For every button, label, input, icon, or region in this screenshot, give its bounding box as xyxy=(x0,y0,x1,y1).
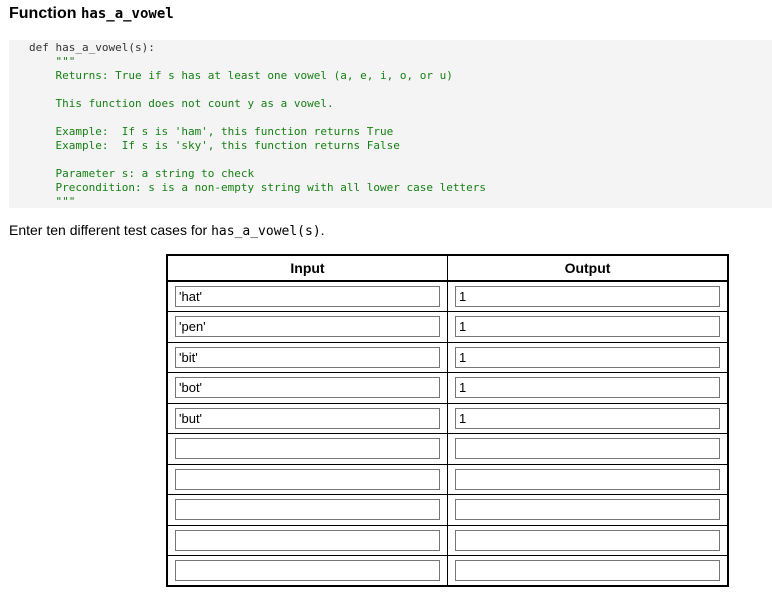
output-cell xyxy=(447,524,729,556)
test-input-field[interactable] xyxy=(175,468,440,490)
code-line: """ xyxy=(29,195,76,208)
code-line: Example: If s is 'ham', this function re… xyxy=(29,125,394,138)
input-cell xyxy=(166,463,448,495)
table-row xyxy=(166,280,729,312)
test-input-field[interactable] xyxy=(175,346,440,368)
expected-output-field[interactable] xyxy=(455,560,720,581)
test-input-field[interactable] xyxy=(175,377,440,399)
input-cell xyxy=(166,402,448,434)
code-line: """ xyxy=(29,55,76,68)
function-name: has_a_vowel xyxy=(80,6,174,22)
function-title-prefix: Function xyxy=(9,5,81,22)
output-cell xyxy=(447,311,729,343)
table-row xyxy=(166,494,729,526)
output-cell xyxy=(447,463,729,495)
input-cell xyxy=(166,372,448,404)
code-line: Returns: True if s has at least one vowe… xyxy=(29,69,453,82)
test-case-table: Input Output xyxy=(166,254,729,587)
output-cell xyxy=(447,341,729,373)
input-column-header: Input xyxy=(166,254,448,282)
code-line: Parameter s: a string to check xyxy=(29,167,255,180)
output-cell xyxy=(447,372,729,404)
test-input-field[interactable] xyxy=(175,286,440,307)
function-title: Function has_a_vowel xyxy=(9,5,174,23)
expected-output-field[interactable] xyxy=(455,377,720,399)
instruction-suffix: . xyxy=(320,222,325,238)
expected-output-field[interactable] xyxy=(455,499,720,521)
table-row xyxy=(166,402,729,434)
input-cell xyxy=(166,494,448,526)
table-row xyxy=(166,311,729,343)
input-cell xyxy=(166,341,448,373)
test-input-field[interactable] xyxy=(175,499,440,521)
input-cell xyxy=(166,555,448,587)
output-cell xyxy=(447,433,729,465)
table-row xyxy=(166,524,729,556)
expected-output-field[interactable] xyxy=(455,286,720,307)
test-input-field[interactable] xyxy=(175,560,440,581)
table-row xyxy=(166,433,729,465)
test-input-field[interactable] xyxy=(175,529,440,551)
input-cell xyxy=(166,524,448,556)
test-input-field[interactable] xyxy=(175,316,440,338)
output-cell xyxy=(447,555,729,587)
table-row xyxy=(166,341,729,373)
instruction-prefix: Enter ten different test cases for xyxy=(9,222,212,238)
code-line: Example: If s is 'sky', this function re… xyxy=(29,139,400,152)
expected-output-field[interactable] xyxy=(455,468,720,490)
expected-output-field[interactable] xyxy=(455,316,720,338)
test-input-field[interactable] xyxy=(175,407,440,429)
table-row xyxy=(166,372,729,404)
table-row xyxy=(166,463,729,495)
expected-output-field[interactable] xyxy=(455,529,720,551)
output-cell xyxy=(447,494,729,526)
test-input-field[interactable] xyxy=(175,438,440,460)
code-line: Precondition: s is a non-empty string wi… xyxy=(29,181,486,194)
expected-output-field[interactable] xyxy=(455,438,720,460)
input-cell xyxy=(166,311,448,343)
instruction-text: Enter ten different test cases for has_a… xyxy=(9,222,325,239)
input-cell xyxy=(166,280,448,312)
expected-output-field[interactable] xyxy=(455,407,720,429)
table-header-row: Input Output xyxy=(166,254,729,282)
code-line: This function does not count y as a vowe… xyxy=(29,97,334,110)
table-body xyxy=(166,280,729,587)
output-cell xyxy=(447,402,729,434)
instruction-function-call: has_a_vowel(s) xyxy=(211,224,321,239)
output-cell xyxy=(447,280,729,312)
input-cell xyxy=(166,433,448,465)
table-row xyxy=(166,555,729,587)
code-block: def has_a_vowel(s): """ Returns: True if… xyxy=(9,40,772,208)
code-line: def has_a_vowel(s): xyxy=(29,41,155,54)
expected-output-field[interactable] xyxy=(455,346,720,368)
output-column-header: Output xyxy=(447,254,729,282)
